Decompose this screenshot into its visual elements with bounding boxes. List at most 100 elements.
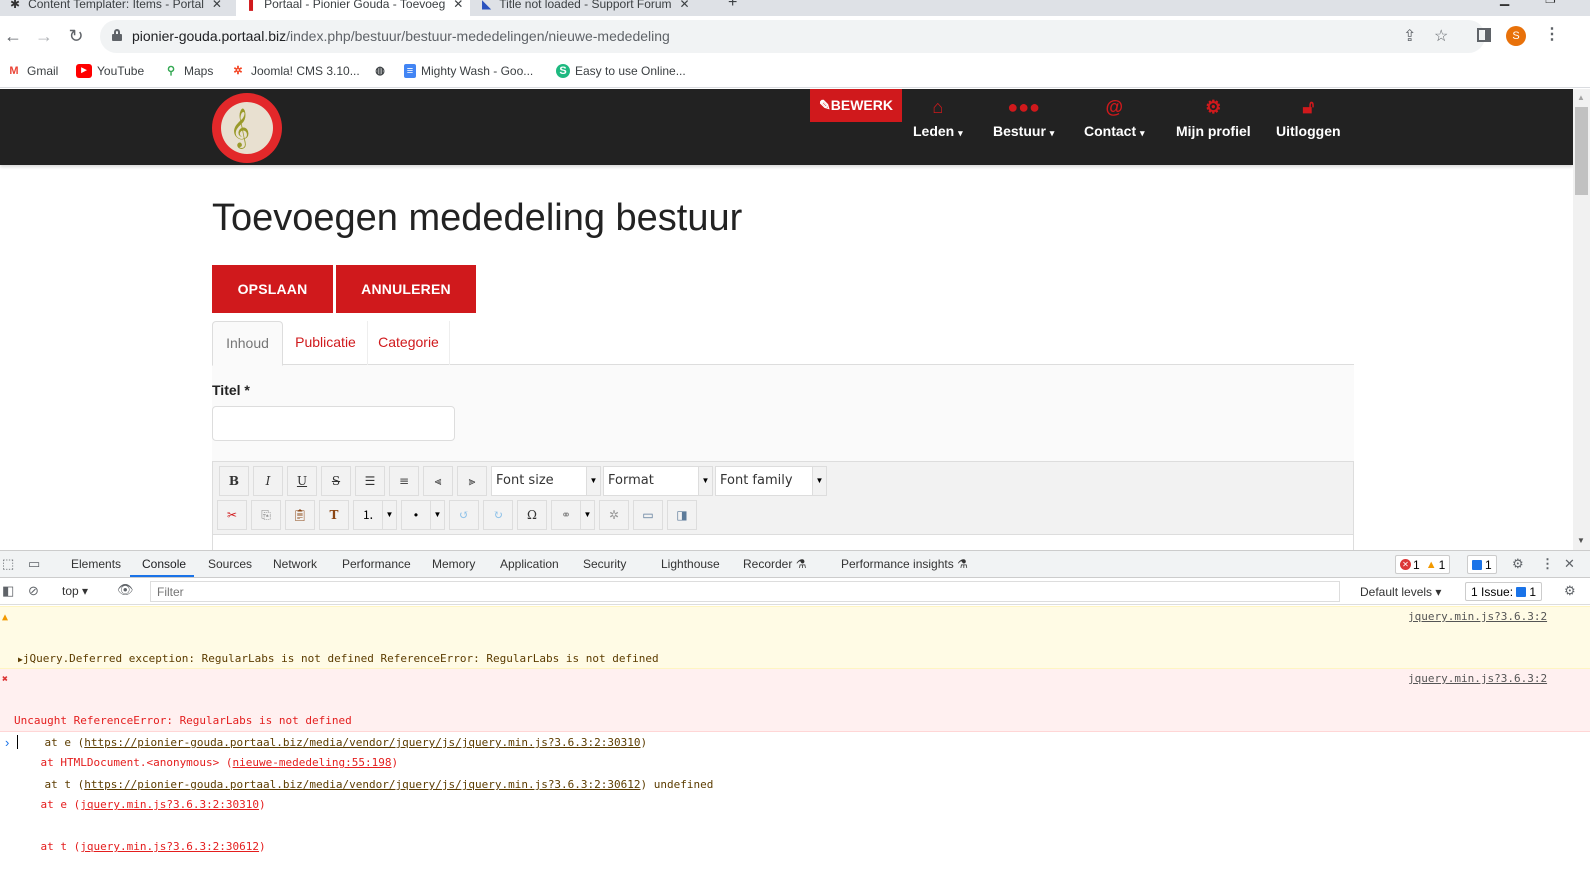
unlink-button[interactable]: ✲: [599, 500, 629, 530]
log-levels-select[interactable]: Default levels ▾: [1360, 585, 1441, 599]
bullet-list-button[interactable]: • ▼: [401, 500, 445, 530]
devtools-close-icon[interactable]: ✕: [1564, 556, 1575, 572]
align-left-button[interactable]: ⫷: [423, 466, 453, 496]
special-char-button[interactable]: Ω: [517, 500, 547, 530]
share-icon[interactable]: ⇪: [1403, 26, 1416, 46]
close-tab-icon[interactable]: ✕: [212, 0, 222, 11]
justify-full-button[interactable]: ☰: [355, 466, 385, 496]
devtools-tab-performance[interactable]: Performance: [342, 557, 411, 571]
align-right-button[interactable]: ⫸: [457, 466, 487, 496]
tab-publicatie[interactable]: Publicatie: [284, 321, 368, 365]
bookmark-easy-to-use[interactable]: S Easy to use Online...: [556, 64, 686, 78]
devtools-menu-icon[interactable]: ⋮: [1541, 556, 1554, 572]
browser-tab-active[interactable]: ❚ Portaal - Pionier Gouda - Toevoeg ✕: [236, 0, 470, 16]
dropdown-arrow-icon[interactable]: ▼: [431, 500, 445, 530]
bookmark-youtube[interactable]: ▶ YouTube: [76, 64, 144, 78]
cut-button[interactable]: ✂: [217, 500, 247, 530]
close-tab-icon[interactable]: ✕: [680, 0, 690, 11]
italic-button[interactable]: I: [253, 466, 283, 496]
nav-contact[interactable]: @ Contact ▾: [1084, 97, 1145, 139]
devtools-tab-security[interactable]: Security: [583, 557, 626, 571]
stack-link[interactable]: jquery.min.js?3.6.3:2:30612: [80, 840, 259, 853]
nav-mijn-profiel[interactable]: ⚙ Mijn profiel: [1176, 97, 1251, 139]
issues-button[interactable]: 1 Issue: 1: [1465, 582, 1543, 601]
template-button[interactable]: ◨: [667, 500, 697, 530]
align-center-button[interactable]: ≡: [389, 466, 419, 496]
title-input[interactable]: [212, 406, 455, 441]
font-family-select[interactable]: Font family ▼: [715, 466, 827, 496]
browser-menu-icon[interactable]: ⋮: [1544, 24, 1560, 44]
live-expression-eye-icon[interactable]: 👁︎: [117, 582, 134, 598]
redo-button[interactable]: ↻: [483, 500, 513, 530]
nav-uitloggen[interactable]: 🔓︎ Uitloggen: [1276, 97, 1341, 139]
tab-inhoud[interactable]: Inhoud: [212, 321, 283, 366]
devtools-tab-memory[interactable]: Memory: [432, 557, 475, 571]
devtools-tab-sources[interactable]: Sources: [208, 557, 252, 571]
devtools-tab-recorder[interactable]: Recorder ⚗: [743, 557, 806, 571]
scrollbar-thumb[interactable]: [1575, 107, 1588, 195]
undo-button[interactable]: ↺: [449, 500, 479, 530]
console-input[interactable]: [17, 735, 18, 749]
message-source-link[interactable]: jquery.min.js?3.6.3:2: [1408, 610, 1547, 624]
back-icon[interactable]: ←: [1, 24, 25, 48]
close-tab-icon[interactable]: ✕: [453, 0, 463, 11]
format-select[interactable]: Format ▼: [603, 466, 713, 496]
paste-text-button[interactable]: T: [319, 500, 349, 530]
device-toolbar-icon[interactable]: ▭: [28, 556, 40, 572]
link-button[interactable]: ⚭ ▼: [551, 500, 595, 530]
site-logo[interactable]: 𝄞: [210, 91, 284, 165]
side-panel-icon[interactable]: [1477, 28, 1491, 42]
nav-leden[interactable]: ⌂ Leden ▾: [913, 97, 963, 139]
console-filter-input[interactable]: [150, 581, 1340, 602]
error-warning-counter[interactable]: ✕ 1 ▲ 1: [1395, 555, 1451, 574]
save-button[interactable]: OPSLAAN: [212, 265, 333, 313]
dropdown-arrow-icon[interactable]: ▼: [383, 500, 397, 530]
console-settings-icon[interactable]: ⚙: [1564, 583, 1576, 599]
url-text[interactable]: pionier-gouda.portaal.biz/index.php/best…: [132, 28, 670, 44]
font-size-select[interactable]: Font size ▼: [491, 466, 601, 496]
page-scrollbar[interactable]: ▲ ▼: [1573, 89, 1590, 550]
lock-icon[interactable]: [112, 29, 122, 41]
scroll-up-icon[interactable]: ▲: [1577, 93, 1585, 102]
paste-button[interactable]: 📋︎: [285, 500, 315, 530]
bookmark-globe[interactable]: ◍: [372, 64, 393, 78]
bookmark-mighty-wash[interactable]: ≡ Mighty Wash - Goo...: [404, 64, 533, 78]
browser-tab[interactable]: ✱ Content Templater: Items - Portal ✕: [0, 0, 234, 16]
new-tab-button[interactable]: +: [728, 0, 737, 12]
dropdown-arrow-icon[interactable]: ▼: [581, 500, 595, 530]
forward-icon[interactable]: →: [32, 24, 56, 48]
bold-button[interactable]: B: [219, 466, 249, 496]
nav-bestuur[interactable]: ●●● Bestuur ▾: [993, 97, 1054, 139]
reload-icon[interactable]: ↻: [64, 24, 88, 48]
devtools-tab-performance-insights[interactable]: Performance insights ⚗: [841, 557, 968, 571]
bookmark-joomla[interactable]: ✲ Joomla! CMS 3.10...: [230, 64, 359, 78]
browser-tab[interactable]: ◣ Title not loaded - Support Forum ✕: [472, 0, 706, 16]
inspect-element-icon[interactable]: ⬚: [2, 556, 14, 572]
message-counter[interactable]: 1: [1467, 555, 1497, 574]
clear-console-icon[interactable]: ⊘: [28, 583, 39, 599]
copy-button[interactable]: ⎘: [251, 500, 281, 530]
scroll-down-icon[interactable]: ▼: [1577, 536, 1585, 545]
restore-icon[interactable]: ❐: [1545, 0, 1556, 6]
address-bar[interactable]: pionier-gouda.portaal.biz/index.php/best…: [100, 20, 1485, 53]
underline-button[interactable]: U: [287, 466, 317, 496]
devtools-tab-lighthouse[interactable]: Lighthouse: [661, 557, 720, 571]
devtools-tab-elements[interactable]: Elements: [71, 557, 121, 571]
devtools-tab-network[interactable]: Network: [273, 557, 317, 571]
tab-categorie[interactable]: Categorie: [368, 321, 450, 365]
bookmark-gmail[interactable]: M Gmail: [6, 64, 58, 78]
stack-link[interactable]: jquery.min.js?3.6.3:2:30310: [80, 798, 259, 811]
devtools-settings-icon[interactable]: ⚙: [1512, 556, 1524, 572]
cancel-button[interactable]: ANNULEREN: [336, 265, 476, 313]
edit-button[interactable]: ✎BEWERK: [810, 89, 902, 122]
sidebar-toggle-icon[interactable]: ◧: [2, 583, 14, 599]
minimize-icon[interactable]: ▁: [1500, 0, 1509, 6]
devtools-tab-application[interactable]: Application: [500, 557, 559, 571]
context-select[interactable]: top ▾: [62, 584, 88, 598]
console-line[interactable]: ▶jQuery.Deferred exception: RegularLabs …: [0, 652, 1590, 666]
devtools-tab-console[interactable]: Console: [142, 557, 186, 571]
profile-avatar[interactable]: S: [1506, 26, 1526, 46]
horizontal-rule-button[interactable]: ▭: [633, 500, 663, 530]
bookmark-star-icon[interactable]: ☆: [1434, 26, 1448, 46]
message-source-link[interactable]: jquery.min.js?3.6.3:2: [1408, 672, 1547, 686]
